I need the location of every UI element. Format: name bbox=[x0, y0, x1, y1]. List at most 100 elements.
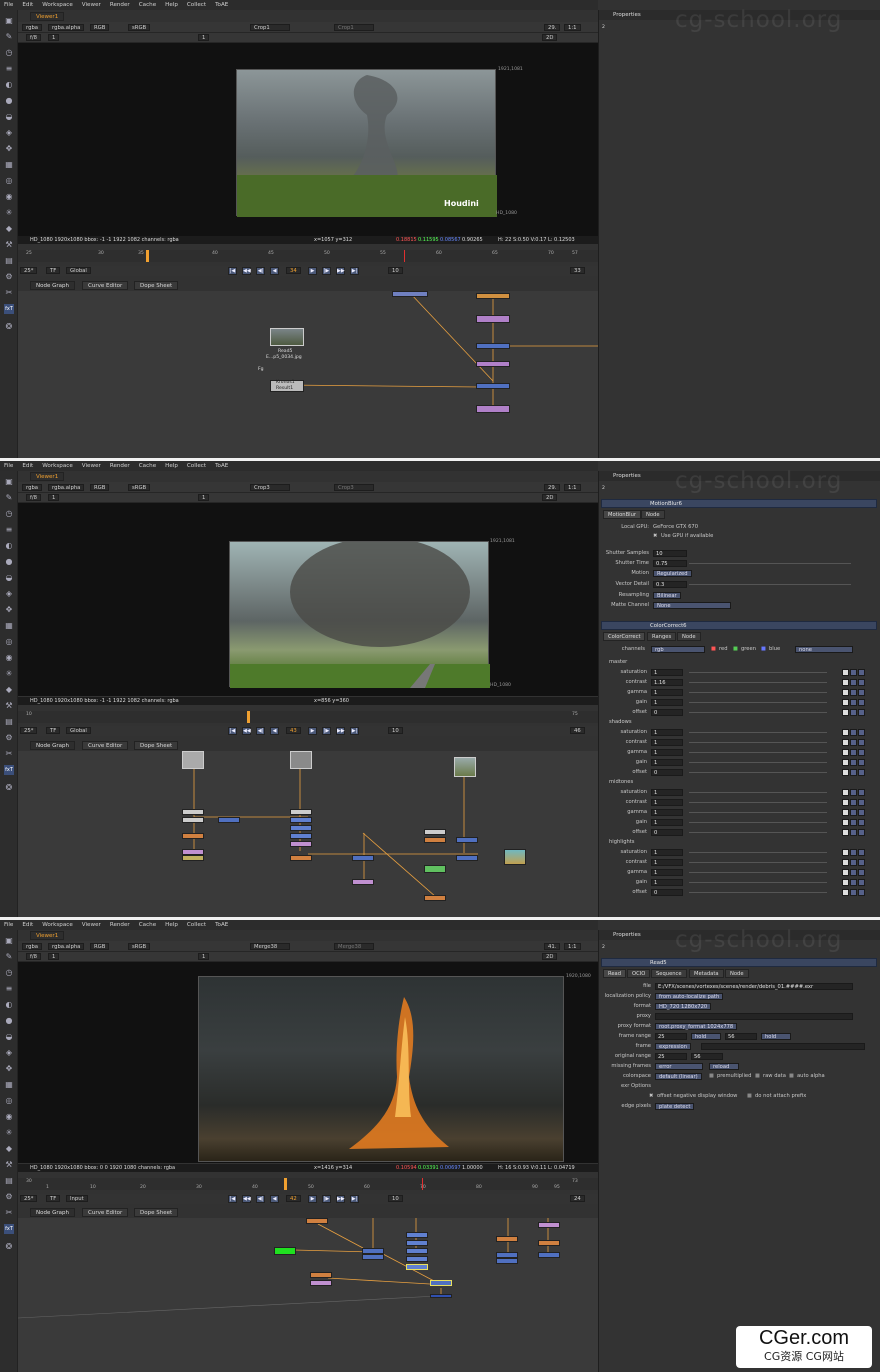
menu-file[interactable]: File bbox=[4, 2, 13, 8]
viewer-canvas[interactable]: Houdini 1921,1081 HD_1080 bbox=[18, 43, 598, 236]
gain-field[interactable]: 1 bbox=[651, 819, 683, 826]
transform-icon[interactable]: ✥ bbox=[4, 144, 14, 154]
menu-toae[interactable]: ToAE bbox=[215, 2, 228, 8]
menu-viewer[interactable]: Viewer bbox=[82, 463, 101, 469]
animation-icon[interactable] bbox=[858, 729, 865, 736]
missing-frames-dropdown[interactable]: error bbox=[655, 1063, 703, 1070]
input-b-dropdown[interactable]: Merge38 bbox=[334, 943, 374, 950]
green-node[interactable] bbox=[274, 1247, 296, 1255]
color-wheel-icon[interactable] bbox=[850, 729, 857, 736]
metadata-icon[interactable]: ◉ bbox=[4, 192, 14, 202]
menu-render[interactable]: Render bbox=[110, 463, 130, 469]
time-icon[interactable]: ◷ bbox=[4, 509, 14, 519]
play-forward-button[interactable]: ▶ bbox=[308, 267, 317, 275]
offset-slider[interactable] bbox=[689, 892, 827, 893]
animation-icon[interactable] bbox=[858, 859, 865, 866]
menu-help[interactable]: Help bbox=[165, 922, 178, 928]
grey-node[interactable] bbox=[290, 809, 312, 815]
menu-edit[interactable]: Edit bbox=[22, 922, 33, 928]
offset-slider[interactable] bbox=[689, 832, 827, 833]
tab-read[interactable]: Read bbox=[603, 969, 627, 978]
input-a-dropdown[interactable]: Crop3 bbox=[250, 484, 290, 491]
read-node-thumbnail[interactable] bbox=[182, 751, 204, 769]
input-a-dropdown[interactable]: Merge38 bbox=[250, 943, 290, 950]
color-wheel-icon[interactable] bbox=[850, 749, 857, 756]
frame-range-start-mode[interactable]: hold bbox=[691, 1033, 721, 1040]
animation-icon[interactable] bbox=[858, 679, 865, 686]
toolsets-icon[interactable]: ⚒ bbox=[4, 701, 14, 711]
end-frame-field[interactable]: 46 bbox=[570, 727, 585, 734]
menu-edit[interactable]: Edit bbox=[22, 2, 33, 8]
deep-icon[interactable]: ◆ bbox=[4, 1144, 14, 1154]
grey-node[interactable] bbox=[182, 817, 204, 823]
tab-viewer1[interactable]: Viewer1 bbox=[30, 931, 65, 940]
playhead[interactable] bbox=[146, 250, 149, 262]
view-mode-dropdown[interactable]: 2D bbox=[542, 34, 558, 41]
last-frame-button[interactable]: ▶| bbox=[350, 727, 359, 735]
orange-node[interactable] bbox=[306, 1218, 328, 1224]
animation-icon[interactable] bbox=[858, 829, 865, 836]
filter-icon[interactable]: ● bbox=[4, 96, 14, 106]
frame-range-start[interactable]: 25 bbox=[655, 1033, 687, 1040]
properties-count[interactable]: 2 bbox=[602, 25, 605, 30]
color-swatch[interactable] bbox=[842, 889, 849, 896]
orange-node[interactable] bbox=[182, 833, 204, 839]
color-wheel-icon[interactable] bbox=[850, 679, 857, 686]
menu-viewer[interactable]: Viewer bbox=[82, 922, 101, 928]
filter-icon[interactable]: ● bbox=[4, 557, 14, 567]
offset-field[interactable]: 0 bbox=[651, 889, 683, 896]
blue-node[interactable] bbox=[406, 1264, 428, 1270]
vector-detail-slider[interactable] bbox=[689, 584, 851, 585]
color-swatch[interactable] bbox=[842, 799, 849, 806]
auto-alpha-checkbox[interactable]: ■ bbox=[789, 1072, 794, 1081]
color-swatch[interactable] bbox=[842, 759, 849, 766]
animation-icon[interactable] bbox=[858, 849, 865, 856]
constant-node[interactable] bbox=[504, 849, 526, 865]
node-graph[interactable] bbox=[18, 1218, 598, 1372]
timeline[interactable]: 25 30 35 40 45 50 55 60 65 70 57 bbox=[18, 250, 598, 262]
merge-node-selected[interactable] bbox=[430, 1280, 452, 1286]
other-icon[interactable]: ▤ bbox=[4, 256, 14, 266]
color-wheel-icon[interactable] bbox=[850, 759, 857, 766]
section-shadows[interactable]: shadows bbox=[609, 719, 632, 725]
saturation-slider[interactable] bbox=[689, 852, 827, 853]
play-forward-button[interactable]: ▶ bbox=[308, 727, 317, 735]
tab-viewer1[interactable]: Viewer1 bbox=[30, 12, 65, 21]
draw-icon[interactable]: ✎ bbox=[4, 493, 14, 503]
fps-field[interactable]: 25* bbox=[20, 727, 38, 734]
last-frame-button[interactable]: ▶| bbox=[350, 1195, 359, 1203]
tab-curve-editor[interactable]: Curve Editor bbox=[82, 1208, 129, 1217]
3d-icon[interactable]: ▦ bbox=[4, 160, 14, 170]
next-key-button[interactable]: ▶▶ bbox=[336, 267, 345, 275]
grey-node[interactable] bbox=[424, 829, 446, 835]
color-swatch[interactable] bbox=[842, 679, 849, 686]
read-header[interactable]: Read5 bbox=[601, 958, 877, 967]
contrast-field[interactable]: 1 bbox=[651, 799, 683, 806]
menu-toae[interactable]: ToAE bbox=[215, 922, 228, 928]
premultiplied-checkbox[interactable]: ■ bbox=[709, 1072, 714, 1081]
merge-icon[interactable]: ◈ bbox=[4, 589, 14, 599]
views-icon[interactable]: ◎ bbox=[4, 1096, 14, 1106]
next-key-button[interactable]: ▶▶ bbox=[336, 1195, 345, 1203]
animation-icon[interactable] bbox=[858, 869, 865, 876]
tab-curve-editor[interactable]: Curve Editor bbox=[82, 281, 129, 290]
furnace-icon[interactable]: ⚙ bbox=[4, 733, 14, 743]
fstop-field[interactable]: f/8 bbox=[26, 34, 42, 41]
shutter-samples-field[interactable]: 10 bbox=[653, 550, 687, 557]
toolsets-icon[interactable]: ⚒ bbox=[4, 240, 14, 250]
gain-field[interactable]: 1 bbox=[48, 494, 60, 501]
color-wheel-icon[interactable] bbox=[850, 789, 857, 796]
blue-node[interactable] bbox=[476, 343, 510, 349]
range-dropdown[interactable]: Global bbox=[66, 267, 91, 274]
blue-node[interactable] bbox=[218, 817, 240, 823]
particles-icon[interactable]: ✳ bbox=[4, 669, 14, 679]
gain-field[interactable]: 1 bbox=[651, 879, 683, 886]
viewer-canvas[interactable]: 1921,1081 HD_1080 bbox=[18, 503, 598, 696]
orange-node[interactable] bbox=[538, 1240, 560, 1246]
ratio-dropdown[interactable]: 1:1 bbox=[564, 943, 581, 950]
motion-dropdown[interactable]: Regularized bbox=[653, 570, 692, 577]
gain-field[interactable]: 1 bbox=[48, 953, 60, 960]
offset-negative-checkbox[interactable]: ✖ bbox=[649, 1092, 653, 1101]
purple-node[interactable] bbox=[352, 879, 374, 885]
prev-key-button[interactable]: ◀◀ bbox=[242, 267, 251, 275]
